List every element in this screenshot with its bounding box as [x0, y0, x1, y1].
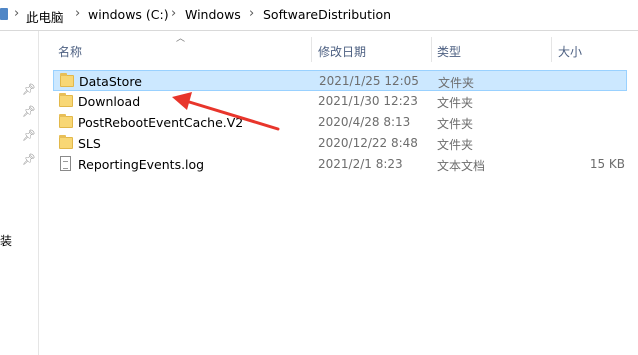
column-header-size[interactable]: 大小: [558, 43, 582, 60]
file-name: SLS: [78, 136, 101, 151]
table-row[interactable]: ReportingEvents.log 2021/2/1 8:23 文本文档 1…: [53, 154, 627, 175]
chevron-right-icon: ›: [75, 6, 81, 21]
pin-icon[interactable]: 📌︎: [22, 129, 36, 142]
navigation-pane: 📌︎ 📌︎ 📌︎ 📌︎ 装: [0, 31, 39, 355]
table-row[interactable]: PostRebootEventCache.V2 2020/4/28 8:13 文…: [53, 112, 627, 133]
folder-icon: [59, 135, 73, 149]
file-date: 2021/1/25 12:05: [319, 74, 419, 88]
file-name: Download: [78, 94, 141, 109]
file-size: 15 KB: [589, 157, 625, 171]
column-header-name[interactable]: 名称: [58, 43, 82, 60]
computer-icon: [0, 8, 8, 20]
address-bar[interactable]: › 此电脑 › windows (C:) › Windows › Softwar…: [0, 0, 638, 31]
file-name: ReportingEvents.log: [78, 157, 205, 172]
file-date: 2021/2/1 8:23: [318, 157, 403, 171]
folder-icon: [59, 114, 73, 128]
chevron-right-icon: ›: [14, 6, 20, 21]
table-row[interactable]: Download 2021/1/30 12:23 文件夹: [53, 91, 627, 112]
file-type: 文件夹: [437, 96, 474, 110]
file-list: ︿ 名称 修改日期 类型 大小 DataStore 2021/1/25 12:0…: [39, 31, 638, 355]
column-header-date[interactable]: 修改日期: [318, 43, 366, 60]
nav-item-label[interactable]: 装: [0, 232, 12, 249]
pin-icon[interactable]: 📌︎: [22, 153, 36, 166]
chevron-right-icon: ›: [249, 6, 255, 21]
breadcrumb-drive-c[interactable]: windows (C:): [88, 7, 169, 22]
text-file-icon: [60, 156, 71, 171]
file-name: DataStore: [79, 74, 142, 89]
file-type: 文本文档: [437, 159, 486, 173]
breadcrumb-softwaredistribution[interactable]: SoftwareDistribution: [263, 7, 391, 22]
column-divider[interactable]: [311, 37, 312, 62]
file-date: 2020/4/28 8:13: [318, 115, 411, 129]
file-type: 文件夹: [437, 138, 474, 152]
chevron-right-icon: ›: [171, 6, 177, 21]
file-type: 文件夹: [437, 117, 474, 131]
breadcrumb-this-pc[interactable]: 此电脑: [26, 7, 64, 26]
file-name: PostRebootEventCache.V2: [78, 115, 244, 130]
table-row[interactable]: SLS 2020/12/22 8:48 文件夹: [53, 133, 627, 154]
file-date: 2020/12/22 8:48: [318, 136, 418, 150]
breadcrumb-windows[interactable]: Windows: [185, 7, 241, 22]
sort-ascending-icon: ︿: [176, 34, 186, 44]
column-divider[interactable]: [431, 37, 432, 62]
file-date: 2021/1/30 12:23: [318, 94, 418, 108]
column-header-type[interactable]: 类型: [437, 43, 461, 60]
column-divider[interactable]: [551, 37, 552, 62]
folder-icon: [59, 93, 73, 107]
pin-icon[interactable]: 📌︎: [22, 83, 36, 96]
file-type: 文件夹: [438, 76, 475, 90]
folder-icon: [60, 73, 74, 87]
pin-icon[interactable]: 📌︎: [22, 105, 36, 118]
table-row[interactable]: DataStore 2021/1/25 12:05 文件夹: [53, 70, 627, 91]
